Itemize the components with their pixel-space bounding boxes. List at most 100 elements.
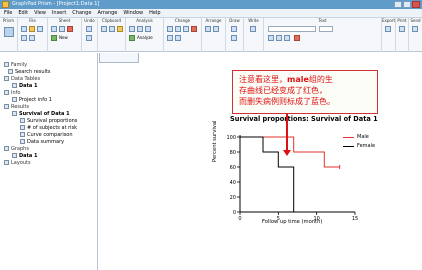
align-icon[interactable] (205, 26, 211, 32)
menu-view[interactable]: View (34, 9, 46, 17)
nav-family[interactable]: Family (4, 62, 27, 69)
graph-icon (12, 153, 17, 158)
print-page-icon[interactable] (399, 26, 405, 32)
folder-icon (4, 90, 9, 95)
nav-survival-result[interactable]: Survival of Data 1 (12, 111, 70, 118)
close-button[interactable] (412, 1, 420, 8)
nav-curve-comparison[interactable]: Curve comparison (20, 132, 73, 139)
nav-data-tables[interactable]: Data Tables (4, 76, 40, 83)
analyze-icon[interactable] (129, 35, 135, 41)
redo-icon[interactable] (86, 35, 92, 41)
nav-graph-item[interactable]: Data 1 (12, 153, 38, 160)
group-send: Send (409, 18, 422, 52)
table-icon[interactable] (59, 26, 65, 32)
email-icon[interactable] (29, 35, 35, 41)
menu-help[interactable]: Help (149, 9, 160, 17)
app-window: GraphPad Prism - [Project1:Data 1] File … (0, 0, 422, 270)
text-tool-icon[interactable] (250, 26, 256, 32)
analyze-button[interactable]: Analyze (137, 35, 153, 40)
prism-menu-icon[interactable] (4, 27, 14, 37)
menu-change[interactable]: Change (72, 9, 91, 17)
format-graph-icon[interactable] (183, 26, 189, 32)
y-axis-label: Percent survival (212, 120, 218, 163)
ribbon-toolbar: Prism File Sheet New Undo Clipboard Anal… (0, 18, 422, 52)
font-name-select[interactable] (268, 26, 316, 32)
nav-project-info[interactable]: Project info 1 (12, 97, 52, 104)
menu-bar: File Edit View Insert Change Arrange Win… (0, 9, 422, 18)
group-sheet: Sheet New (48, 18, 82, 52)
underline-icon[interactable] (284, 35, 290, 41)
shape-tool-icon[interactable] (231, 35, 237, 41)
group-clipboard: Clipboard (98, 18, 126, 52)
nonlinear-fit-icon[interactable] (145, 26, 151, 32)
annotation-line-1: 注意看这里，male组的生 (239, 74, 371, 85)
nav-info[interactable]: Info (4, 90, 20, 97)
annotation-line-3: 而删失病例则标成了蓝色。 (239, 97, 335, 106)
menu-edit[interactable]: Edit (18, 9, 28, 17)
bold-icon[interactable] (268, 35, 274, 41)
bar-chart-icon[interactable] (167, 26, 173, 32)
line-tool-icon[interactable] (231, 26, 237, 32)
copy-icon[interactable] (109, 26, 115, 32)
minimize-button[interactable] (394, 1, 402, 8)
results-sheet-icon (20, 125, 25, 130)
chart-title: Survival proportions: Survival of Data 1 (230, 115, 378, 123)
italic-icon[interactable] (276, 35, 282, 41)
font-size-select[interactable] (319, 26, 333, 32)
sheet-icon[interactable] (51, 26, 57, 32)
nav-subjects-at-risk[interactable]: # of subjects at risk (20, 125, 77, 132)
menu-file[interactable]: File (4, 9, 12, 17)
menu-window[interactable]: Window (123, 9, 143, 17)
send-icon[interactable] (412, 26, 418, 32)
print-icon[interactable] (21, 35, 27, 41)
tools-icon[interactable] (175, 35, 181, 41)
group-objects-icon[interactable] (213, 26, 219, 32)
color-scheme-icon[interactable] (191, 26, 197, 32)
nav-data-table-item[interactable]: Data 1 (12, 83, 38, 90)
chart-icon[interactable] (129, 26, 135, 32)
sheet-tab-strip[interactable] (99, 53, 139, 63)
group-file: File (18, 18, 48, 52)
nav-results[interactable]: Results (4, 104, 29, 111)
legend-item-female: Female (343, 142, 375, 151)
x-axis-label: Follow up time (month) (262, 219, 323, 225)
delete-sheet-icon[interactable] (67, 26, 73, 32)
format-axes-icon[interactable] (175, 26, 181, 32)
group-prism: Prism (0, 18, 18, 52)
window-controls (394, 1, 420, 8)
undo-icon[interactable] (86, 26, 92, 32)
menu-arrange[interactable]: Arrange (97, 9, 117, 17)
legend-swatch-female (343, 146, 354, 147)
nav-layouts[interactable]: Layouts (4, 160, 31, 167)
search-icon (8, 69, 13, 74)
open-folder-icon[interactable] (29, 26, 35, 32)
legend-swatch-male (343, 137, 354, 138)
nav-graphs[interactable]: Graphs (4, 146, 29, 153)
new-sheet-icon[interactable] (51, 35, 57, 41)
group-analysis: Analysis Analyze (126, 18, 164, 52)
window-title: GraphPad Prism - [Project1:Data 1] (12, 1, 100, 7)
group-export: Export (382, 18, 396, 52)
linear-regression-icon[interactable] (137, 26, 143, 32)
prism-app-icon (2, 1, 9, 8)
folder-icon (4, 160, 9, 165)
annotation-callout: 注意看这里，male组的生 存曲线已经变成了红色， 而删失病例则标成了蓝色。 (232, 70, 378, 114)
new-sheet-label[interactable]: New (59, 35, 68, 40)
annotation-text: 组的生 (308, 75, 333, 84)
new-project-icon[interactable] (21, 26, 27, 32)
results-icon (12, 111, 17, 116)
font-color-icon[interactable] (294, 35, 300, 41)
nav-search-results[interactable]: Search results (8, 69, 51, 76)
maximize-button[interactable] (403, 1, 411, 8)
export-icon[interactable] (385, 26, 391, 32)
paste-icon[interactable] (117, 26, 123, 32)
title-bar: GraphPad Prism - [Project1:Data 1] (0, 0, 422, 9)
nav-data-summary[interactable]: Data summary (20, 139, 64, 146)
folder-icon (4, 76, 9, 81)
save-icon[interactable] (37, 26, 43, 32)
cut-icon[interactable] (101, 26, 107, 32)
zoom-icon[interactable] (167, 35, 173, 41)
menu-insert[interactable]: Insert (52, 9, 66, 17)
data-table-icon (12, 83, 17, 88)
nav-survival-proportions[interactable]: Survival proportions (20, 118, 77, 125)
